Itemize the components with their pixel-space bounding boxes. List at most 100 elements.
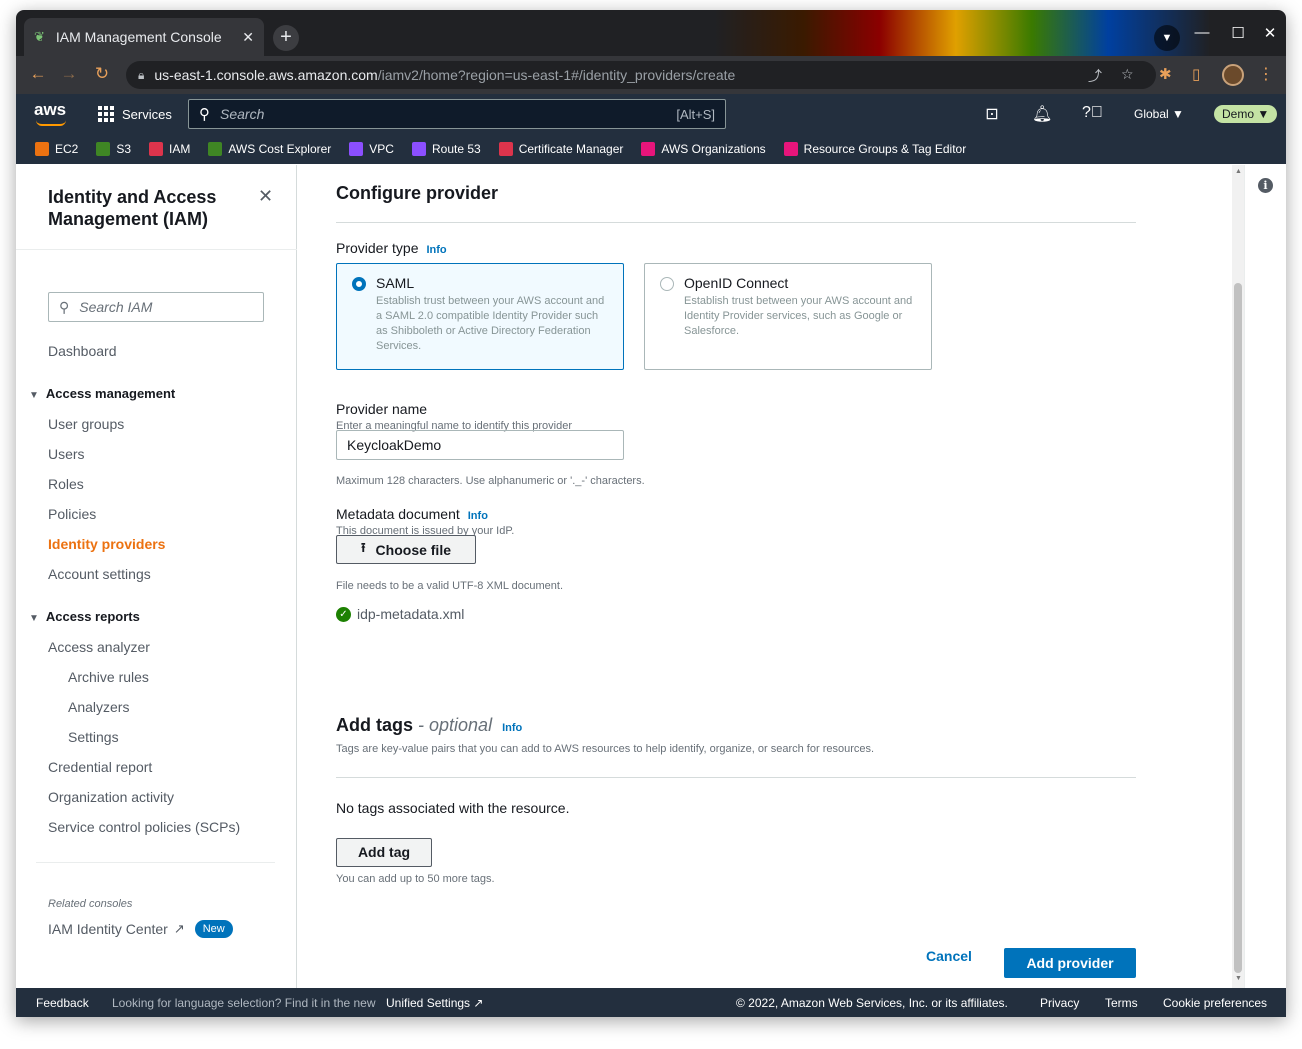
- tab-close-icon[interactable]: ✕: [242, 29, 254, 46]
- cookie-preferences-link[interactable]: Cookie preferences: [1163, 996, 1267, 1010]
- sidebar-item-organization-activity[interactable]: Organization activity: [48, 789, 174, 805]
- address-bar[interactable]: 🔒︎ us-east-1.console.aws.amazon.com/iamv…: [126, 61, 1156, 89]
- help-icon[interactable]: ?⃝: [1082, 104, 1103, 122]
- favorite-certificate-manager[interactable]: Certificate Manager: [498, 142, 623, 156]
- browser-tab[interactable]: ❦ IAM Management Console ✕: [24, 18, 264, 56]
- aws-search-input[interactable]: ⚲ Search [Alt+S]: [188, 99, 726, 129]
- favorite-cost-explorer[interactable]: AWS Cost Explorer: [208, 142, 331, 156]
- tab-search-chevron-icon[interactable]: ▼: [1154, 25, 1180, 51]
- scroll-up-icon[interactable]: ▲: [1235, 168, 1242, 175]
- sidebar-item-user-groups[interactable]: User groups: [48, 416, 124, 432]
- favorite-s3[interactable]: S3: [96, 142, 131, 156]
- sidebar-item-roles[interactable]: Roles: [48, 476, 84, 492]
- oidc-option-tile[interactable]: OpenID Connect Establish trust between y…: [644, 263, 932, 370]
- scrollbar-thumb[interactable]: [1234, 283, 1242, 973]
- favorite-resource-groups[interactable]: Resource Groups & Tag Editor: [783, 142, 966, 156]
- section-divider: [336, 222, 1136, 223]
- saml-title: SAML: [376, 275, 415, 291]
- sidebar-item-credential-report[interactable]: Credential report: [48, 759, 152, 775]
- add-tag-button[interactable]: Add tag: [336, 838, 432, 867]
- sidebar-item-account-settings[interactable]: Account settings: [48, 566, 151, 582]
- sidebar-item-access-analyzer[interactable]: Access analyzer: [48, 639, 150, 655]
- saml-radio[interactable]: [352, 277, 366, 291]
- iam-sidebar: Identity and Access Management (IAM) ✕ ⚲…: [16, 165, 297, 988]
- minimize-icon[interactable]: —: [1192, 24, 1212, 41]
- notifications-bell-icon[interactable]: 🔔︎: [1032, 104, 1052, 124]
- scroll-down-icon[interactable]: ▼: [1235, 975, 1242, 982]
- search-iam-input[interactable]: ⚲ Search IAM: [48, 292, 264, 322]
- sidebar-close-icon[interactable]: ✕: [258, 186, 273, 207]
- region-selector[interactable]: Global ▼: [1134, 107, 1184, 121]
- back-arrow-icon[interactable]: ←: [27, 64, 49, 84]
- sidebar-item-archive-rules[interactable]: Archive rules: [68, 669, 149, 685]
- tab-title: IAM Management Console: [55, 29, 222, 45]
- browser-menu-icon[interactable]: ⋮: [1258, 64, 1274, 84]
- ec2-icon: [35, 142, 49, 156]
- sidebar-section-access-reports[interactable]: ▼ Access reports: [29, 609, 140, 624]
- services-menu-button[interactable]: Services: [98, 106, 172, 122]
- tags-info-link[interactable]: Info: [502, 722, 522, 734]
- provider-name-input[interactable]: KeycloakDemo: [336, 430, 624, 460]
- search-icon: ⚲: [199, 106, 210, 123]
- language-notice: Looking for language selection? Find it …: [112, 996, 376, 1010]
- favorite-route53[interactable]: Route 53: [411, 142, 481, 156]
- profile-avatar[interactable]: [1222, 64, 1244, 86]
- upload-icon: ⭱: [360, 539, 366, 555]
- sidebar-item-dashboard[interactable]: Dashboard: [48, 343, 117, 359]
- saml-description: Establish trust between your AWS account…: [376, 295, 605, 352]
- url-path: /iamv2/home?region=us-east-1#/identity_p…: [377, 67, 736, 83]
- services-grid-icon: [98, 106, 114, 122]
- bookmark-star-icon[interactable]: ☆: [1121, 66, 1134, 83]
- sidebar-item-analyzers[interactable]: Analyzers: [68, 699, 129, 715]
- add-provider-button[interactable]: Add provider: [1004, 948, 1136, 978]
- provider-type-info-link[interactable]: Info: [426, 244, 446, 256]
- oidc-radio[interactable]: [660, 277, 674, 291]
- tab-strip: ❦ IAM Management Console ✕ + ▼ — ☐ ✕: [16, 10, 1286, 56]
- new-badge: New: [194, 920, 233, 938]
- feedback-link[interactable]: Feedback: [36, 996, 89, 1010]
- sidebar-section-access-management[interactable]: ▼ Access management: [29, 386, 175, 401]
- sidebar-item-identity-providers[interactable]: Identity providers: [48, 536, 165, 552]
- reload-icon[interactable]: ↻: [91, 64, 113, 84]
- cancel-button[interactable]: Cancel: [918, 948, 980, 964]
- provider-type-label: Provider type Info: [336, 240, 447, 256]
- new-tab-button[interactable]: +: [273, 25, 299, 51]
- share-icon[interactable]: ⤴: [1088, 66, 1102, 86]
- sidebar-item-policies[interactable]: Policies: [48, 506, 96, 522]
- iam-favicon-icon: ❦: [34, 29, 45, 44]
- certificate-manager-icon: [498, 142, 513, 156]
- terms-link[interactable]: Terms: [1105, 996, 1138, 1010]
- favorite-organizations[interactable]: AWS Organizations: [641, 142, 766, 156]
- sidebar-divider: [36, 862, 275, 863]
- favorite-vpc[interactable]: VPC: [349, 142, 394, 156]
- sidebar-item-users[interactable]: Users: [48, 446, 85, 462]
- caret-down-icon: ▼: [29, 613, 39, 624]
- forward-arrow-icon[interactable]: →: [58, 64, 80, 84]
- account-menu[interactable]: Demo ▼: [1214, 105, 1278, 123]
- iam-identity-center-link[interactable]: IAM Identity Center ↗ New: [48, 920, 233, 938]
- page-scrollbar[interactable]: ▲ ▼: [1232, 165, 1244, 988]
- unified-settings-link[interactable]: Unified Settings ↗: [386, 996, 483, 1010]
- metadata-info-link[interactable]: Info: [468, 510, 488, 522]
- maximize-icon[interactable]: ☐: [1228, 24, 1248, 42]
- sidebar-item-settings[interactable]: Settings: [68, 729, 119, 745]
- cloudshell-icon[interactable]: ⊡: [982, 104, 1002, 124]
- window-close-icon[interactable]: ✕: [1260, 24, 1280, 42]
- sidebar-title[interactable]: Identity and Access Management (IAM): [48, 186, 248, 230]
- console-footer: Feedback Looking for language selection?…: [16, 988, 1286, 1017]
- choose-file-button[interactable]: ⭱ Choose file: [336, 535, 476, 564]
- privacy-link[interactable]: Privacy: [1040, 996, 1079, 1010]
- oidc-description: Establish trust between your AWS account…: [684, 295, 913, 337]
- tools-panel: i: [1244, 165, 1286, 988]
- extensions-puzzle-icon[interactable]: ✱: [1159, 65, 1172, 83]
- side-panel-icon[interactable]: ▯: [1192, 65, 1200, 83]
- favorite-ec2[interactable]: EC2: [35, 142, 78, 156]
- check-circle-icon: ✓: [336, 606, 351, 622]
- sidebar-item-scps[interactable]: Service control policies (SCPs): [48, 819, 240, 835]
- aws-logo[interactable]: aws: [34, 100, 66, 126]
- uploaded-file-name: idp-metadata.xml: [357, 606, 465, 622]
- saml-option-tile[interactable]: SAML Establish trust between your AWS ac…: [336, 263, 624, 370]
- info-icon[interactable]: i: [1258, 178, 1273, 193]
- favorites-bar: EC2 S3 IAM AWS Cost Explorer VPC Route 5…: [16, 134, 1286, 164]
- favorite-iam[interactable]: IAM: [149, 142, 190, 156]
